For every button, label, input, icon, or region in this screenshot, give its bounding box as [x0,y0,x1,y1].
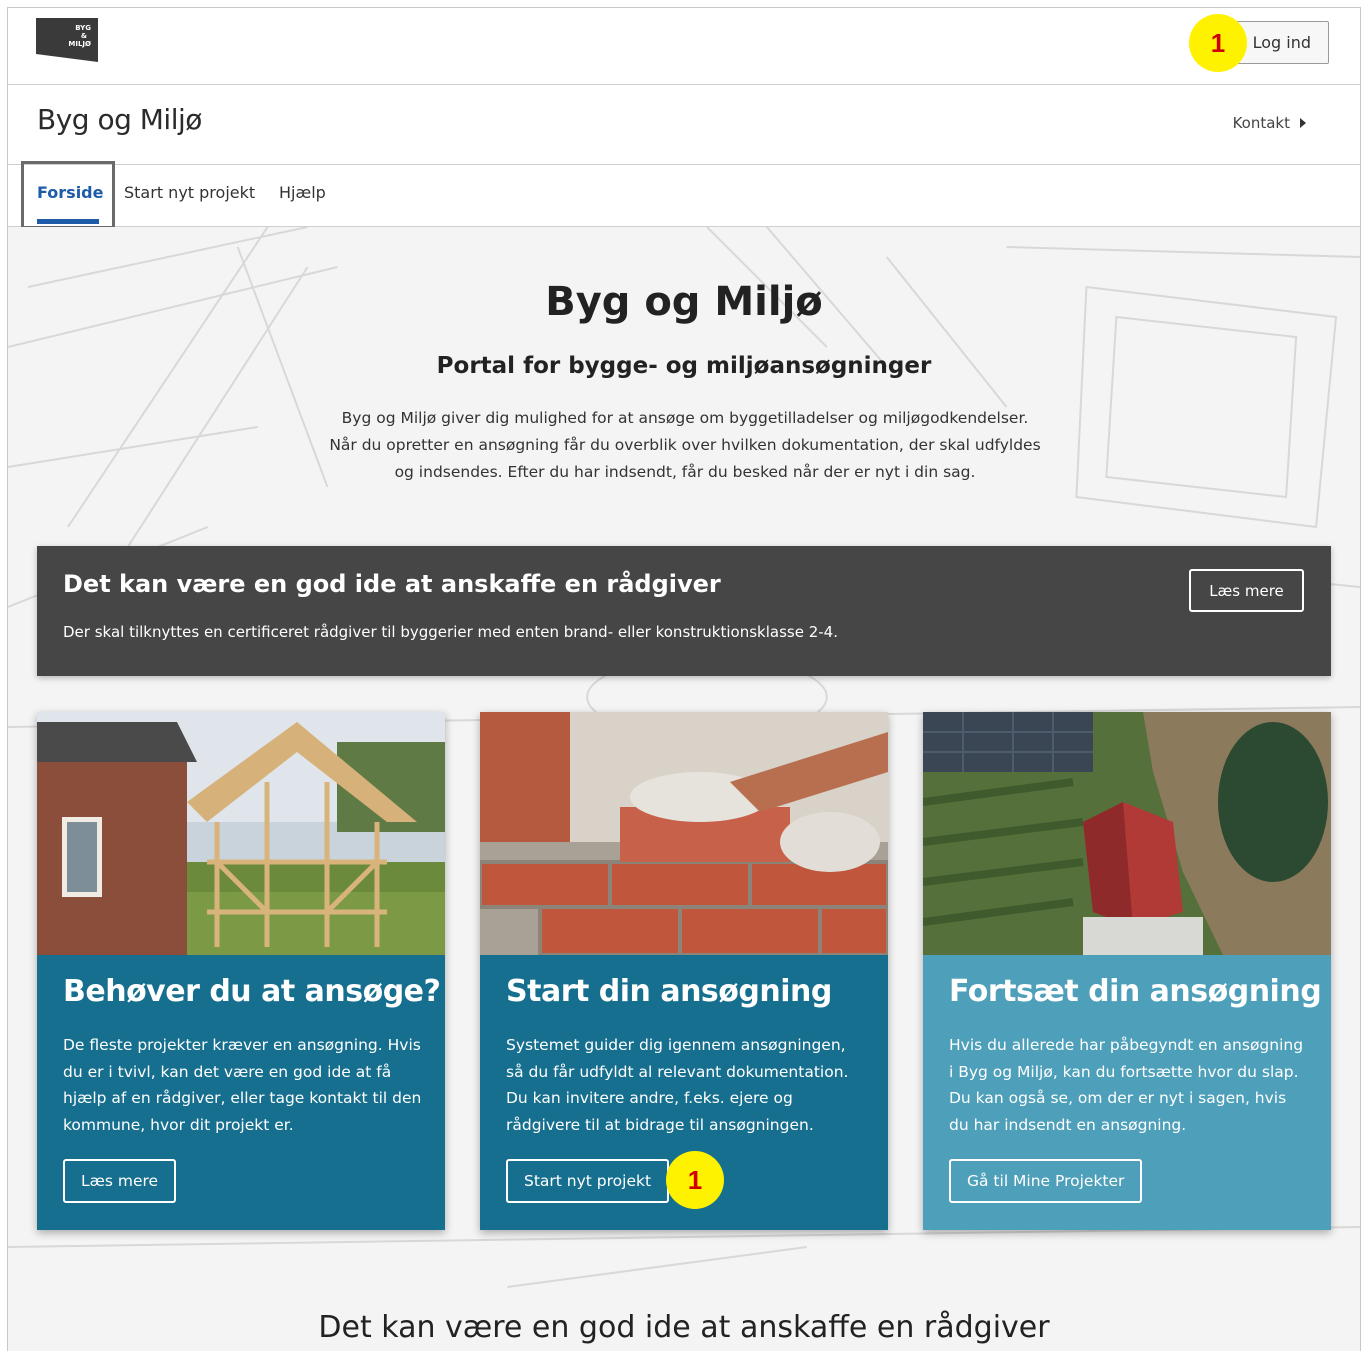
tab-start-nyt-projekt[interactable]: Start nyt projekt [124,183,255,202]
card-text: Hvis du allerede har påbegyndt en ansøgn… [949,1036,1304,1134]
tab-forside[interactable]: Forside [37,183,103,202]
hero-subtitle: Portal for bygge- og miljøansøgninger [436,353,932,379]
bricklaying-image [480,712,888,955]
logo-line-2: & [81,32,87,40]
card-read-more-button[interactable]: Læs mere [63,1159,177,1203]
annotation-badge-login: 1 [1189,14,1247,72]
top-header: BYG & MILJØ Log ind 1 [8,8,1360,85]
card-continue-application: Fortsæt din ansøgning Hvis du allerede h… [923,712,1331,1230]
card-text: De fleste projekter kræver en ansøgning.… [63,1036,422,1134]
card-title: Behøver du at ansøge? [63,974,441,1009]
hero-description: Byg og Miljø giver dig mulighed for at a… [329,409,1041,481]
aerial-house-image [923,712,1331,955]
site-title[interactable]: Byg og Miljø [37,103,202,136]
card-title: Fortsæt din ansøgning [949,974,1322,1009]
hero-section: Byg og Miljø Portal for bygge- og miljøa… [8,227,1360,1351]
logo[interactable]: BYG & MILJØ [36,18,98,62]
card-text: Systemet guider dig igennem ansøgningen,… [506,1036,849,1134]
logo-line-3: MILJØ [68,40,91,48]
site-titlebar: Byg og Miljø Kontakt [8,85,1360,165]
browser-page: BYG & MILJØ Log ind 1 Byg og Miljø Konta… [7,7,1361,1351]
banner-title: Det kan være en god ide at anskaffe en r… [63,570,721,598]
card-need-to-apply: Behøver du at ansøge? De fleste projekte… [37,712,445,1230]
active-tab-indicator [37,219,99,224]
house-construction-image [37,712,445,955]
go-to-my-projects-button[interactable]: Gå til Mine Projekter [949,1159,1143,1203]
advisor-section-heading: Det kan være en god ide at anskaffe en r… [318,1310,1050,1345]
advisor-banner: Det kan være en god ide at anskaffe en r… [37,546,1331,676]
banner-read-more-button[interactable]: Læs mere [1189,569,1304,612]
card-title: Start din ansøgning [506,974,832,1009]
contact-link[interactable]: Kontakt [1233,114,1306,132]
annotation-badge-start-project: 1 [666,1151,724,1209]
main-nav: Forside Start nyt projekt Hjælp [8,161,1360,229]
contact-label: Kontakt [1232,114,1290,132]
banner-text: Der skal tilknyttes en certificeret rådg… [63,623,838,641]
logo-line-1: BYG [75,24,91,32]
tab-hjaelp[interactable]: Hjælp [279,183,326,202]
login-button-label: Log ind [1252,33,1311,52]
start-new-project-button[interactable]: Start nyt projekt [506,1159,670,1203]
caret-right-icon [1300,118,1306,128]
hero-title: Byg og Miljø [545,279,823,325]
